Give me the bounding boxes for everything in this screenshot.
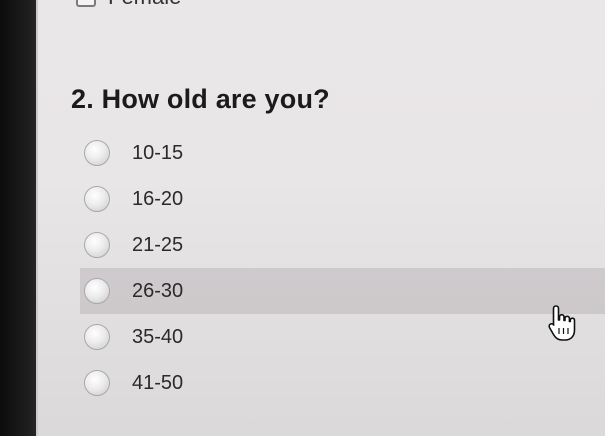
option-41-50[interactable]: 41-50 (80, 360, 605, 406)
option-label[interactable]: 35-40 (132, 326, 183, 349)
option-label[interactable]: 26-30 (132, 280, 183, 303)
option-label[interactable]: 21-25 (132, 234, 183, 257)
option-10-15[interactable]: 10-15 (80, 130, 605, 176)
monitor-bezel (0, 0, 40, 436)
radio-button[interactable] (84, 140, 110, 166)
question-title: 2. How old are you? (71, 84, 330, 114)
option-label[interactable]: 10-15 (132, 142, 183, 165)
previous-option-label: Female (108, 0, 181, 10)
radio-button[interactable] (84, 186, 110, 212)
radio-button[interactable] (84, 324, 110, 350)
previous-question-option[interactable]: Female (76, 0, 181, 10)
hand-pointer-icon (548, 305, 576, 341)
option-26-30[interactable]: 26-30 (80, 268, 605, 314)
option-label[interactable]: 41-50 (132, 372, 183, 395)
radio-button[interactable] (84, 278, 110, 304)
survey-page: Female 2. How old are you? 10-15 16-20 2… (36, 0, 605, 436)
checkbox[interactable] (76, 0, 96, 7)
option-21-25[interactable]: 21-25 (80, 222, 605, 268)
radio-button[interactable] (84, 370, 110, 396)
option-35-40[interactable]: 35-40 (80, 314, 605, 360)
radio-button[interactable] (84, 232, 110, 258)
age-options: 10-15 16-20 21-25 26-30 35-40 41-50 (80, 130, 605, 406)
option-16-20[interactable]: 16-20 (80, 176, 605, 222)
option-label[interactable]: 16-20 (132, 188, 183, 211)
